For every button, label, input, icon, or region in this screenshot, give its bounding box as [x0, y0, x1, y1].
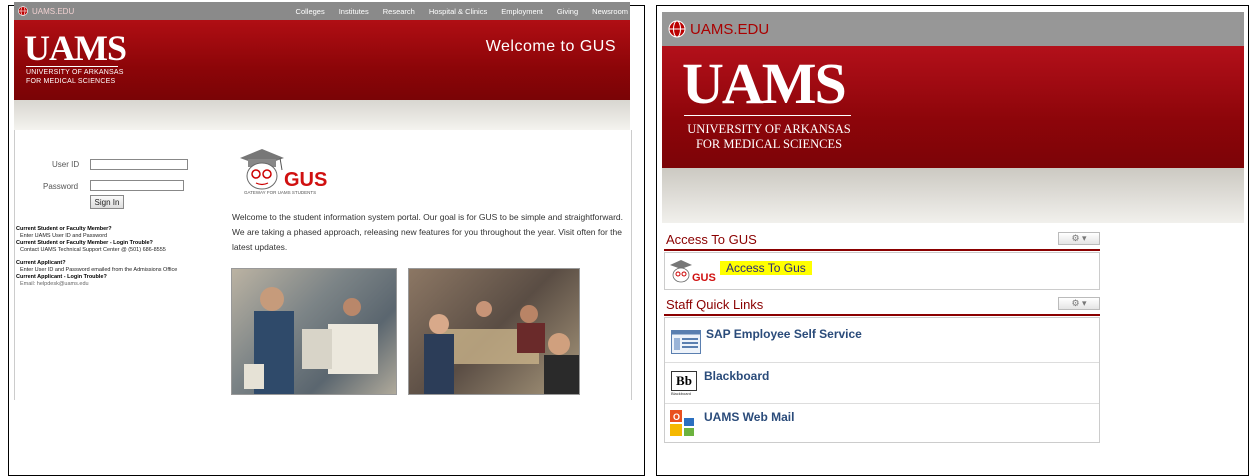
logo-rule [684, 115, 851, 116]
nav-institutes[interactable]: Institutes [339, 7, 369, 16]
svg-text:GATEWAY FOR UAMS STUDENTS: GATEWAY FOR UAMS STUDENTS [244, 190, 316, 195]
left-gray-strip [14, 100, 630, 130]
left-banner: UAMS UNIVERSITY OF ARKANSAS FOR MEDICAL … [14, 20, 630, 100]
globe-icon [668, 20, 686, 38]
portlet-settings-button[interactable]: ⚙ ▾ [1058, 297, 1100, 310]
access-gus-portlet-body: GUS Access To Gus [664, 252, 1100, 290]
svg-text:GUS: GUS [692, 272, 716, 284]
password-label: Password [43, 182, 79, 191]
top-nav: Colleges Institutes Research Hospital & … [296, 2, 628, 20]
login-help: Current Student or Faculty Member? Enter… [16, 226, 216, 288]
access-to-gus-link[interactable]: Access To Gus [720, 261, 812, 275]
access-gus-title: Access To GUS [666, 232, 757, 247]
uams-logo-subtitle: UNIVERSITY OF ARKANSAS FOR MEDICAL SCIEN… [26, 69, 124, 85]
list-item[interactable]: SAP Employee Self Service [665, 318, 1099, 363]
right-gray-strip [662, 168, 1244, 223]
uams-edu-link[interactable]: UAMS.EDU [690, 21, 769, 38]
nav-giving[interactable]: Giving [557, 7, 578, 16]
user-id-label: User ID [52, 160, 80, 169]
right-banner: UAMS UNIVERSITY OF ARKANSAS FOR MEDICAL … [662, 46, 1244, 168]
password-input[interactable] [90, 180, 184, 191]
logo-rule [26, 66, 118, 67]
nav-research[interactable]: Research [383, 7, 415, 16]
staff-quick-links-title: Staff Quick Links [666, 297, 764, 312]
globe-icon [18, 6, 28, 16]
uams-logo[interactable]: UAMS [682, 50, 847, 117]
students-lab-photo [231, 268, 397, 395]
staff-links-portlet-body: SAP Employee Self Service Bb Blackboard … [664, 317, 1100, 443]
svg-text:O: O [673, 412, 680, 422]
left-top-bar: UAMS.EDU Colleges Institutes Research Ho… [14, 2, 630, 20]
welcome-paragraph: Welcome to the student information syste… [232, 212, 624, 252]
uams-edu-link[interactable]: UAMS.EDU [32, 7, 74, 16]
gus-small-logo-icon: GUS [670, 260, 716, 284]
nav-employment[interactable]: Employment [501, 7, 543, 16]
staff-links-portlet-header: Staff Quick Links ⚙ ▾ [664, 296, 1100, 316]
sap-self-service-link[interactable]: SAP Employee Self Service [706, 327, 862, 341]
right-top-bar: UAMS.EDU [662, 12, 1244, 46]
gus-logo: GUS GATEWAY FOR UAMS STUDENTS [240, 149, 327, 195]
welcome-heading: Welcome to GUS [485, 38, 616, 55]
blackboard-icon: Bb Blackboard [671, 371, 697, 396]
nav-newsroom[interactable]: Newsroom [592, 7, 628, 16]
list-item[interactable]: O UAMS Web Mail [665, 404, 1099, 442]
svg-text:GUS: GUS [284, 169, 327, 191]
blackboard-link[interactable]: Blackboard [704, 369, 769, 383]
helpdesk-email: Email: helpdesk@uams.edu [20, 281, 89, 287]
uams-web-mail-link[interactable]: UAMS Web Mail [704, 410, 794, 424]
outlook-web-mail-icon: O [670, 410, 694, 436]
sign-in-button[interactable]: Sign In [90, 195, 124, 209]
students-classroom-photo [408, 268, 580, 395]
access-gus-portlet-header: Access To GUS ⚙ ▾ [664, 231, 1100, 251]
nav-colleges[interactable]: Colleges [296, 7, 325, 16]
uams-logo-subtitle: UNIVERSITY OF ARKANSAS FOR MEDICAL SCIEN… [687, 122, 851, 151]
user-id-input[interactable] [90, 159, 188, 170]
form-document-icon [671, 330, 701, 354]
portlet-settings-button[interactable]: ⚙ ▾ [1058, 232, 1100, 245]
list-item[interactable]: Bb Blackboard Blackboard [665, 363, 1099, 404]
uams-logo[interactable]: UAMS [24, 27, 127, 69]
nav-hospital[interactable]: Hospital & Clinics [429, 7, 487, 16]
